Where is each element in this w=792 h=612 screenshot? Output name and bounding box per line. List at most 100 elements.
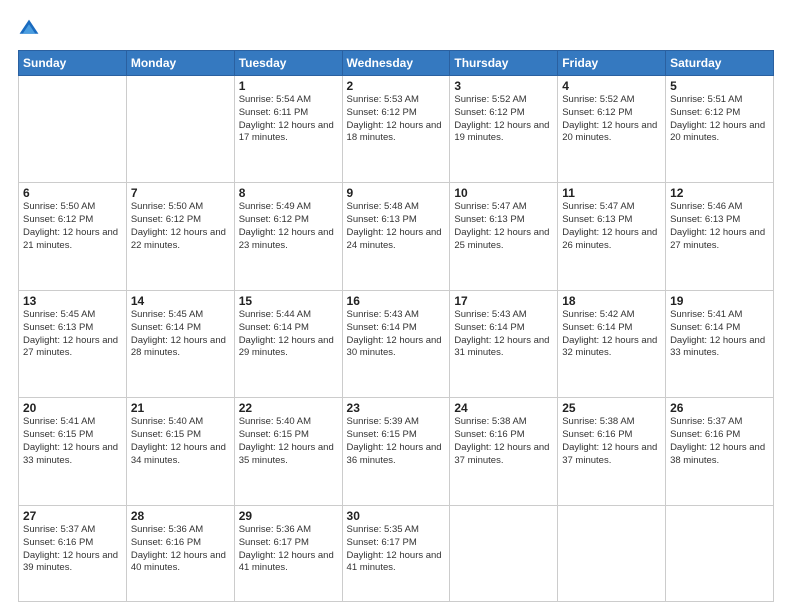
week-row-2: 6Sunrise: 5:50 AM Sunset: 6:12 PM Daylig… [19,183,774,290]
day-info: Sunrise: 5:42 AM Sunset: 6:14 PM Dayligh… [562,309,661,360]
calendar-cell: 15Sunrise: 5:44 AM Sunset: 6:14 PM Dayli… [234,290,342,397]
day-number: 27 [23,509,122,523]
day-info: Sunrise: 5:50 AM Sunset: 6:12 PM Dayligh… [23,201,122,252]
calendar-table: SundayMondayTuesdayWednesdayThursdayFrid… [18,50,774,602]
day-number: 18 [562,294,661,308]
day-header-wednesday: Wednesday [342,51,450,76]
day-info: Sunrise: 5:53 AM Sunset: 6:12 PM Dayligh… [347,94,446,145]
day-info: Sunrise: 5:38 AM Sunset: 6:16 PM Dayligh… [454,416,553,467]
week-row-4: 20Sunrise: 5:41 AM Sunset: 6:15 PM Dayli… [19,398,774,505]
day-info: Sunrise: 5:43 AM Sunset: 6:14 PM Dayligh… [454,309,553,360]
day-number: 6 [23,186,122,200]
day-info: Sunrise: 5:38 AM Sunset: 6:16 PM Dayligh… [562,416,661,467]
calendar-cell: 6Sunrise: 5:50 AM Sunset: 6:12 PM Daylig… [19,183,127,290]
calendar-cell: 12Sunrise: 5:46 AM Sunset: 6:13 PM Dayli… [666,183,774,290]
day-info: Sunrise: 5:46 AM Sunset: 6:13 PM Dayligh… [670,201,769,252]
calendar-cell: 10Sunrise: 5:47 AM Sunset: 6:13 PM Dayli… [450,183,558,290]
day-number: 3 [454,79,553,93]
calendar-cell [450,505,558,601]
day-number: 29 [239,509,338,523]
day-info: Sunrise: 5:47 AM Sunset: 6:13 PM Dayligh… [562,201,661,252]
day-info: Sunrise: 5:49 AM Sunset: 6:12 PM Dayligh… [239,201,338,252]
calendar-cell: 3Sunrise: 5:52 AM Sunset: 6:12 PM Daylig… [450,76,558,183]
day-number: 4 [562,79,661,93]
day-info: Sunrise: 5:48 AM Sunset: 6:13 PM Dayligh… [347,201,446,252]
day-info: Sunrise: 5:52 AM Sunset: 6:12 PM Dayligh… [562,94,661,145]
day-number: 28 [131,509,230,523]
calendar-cell: 2Sunrise: 5:53 AM Sunset: 6:12 PM Daylig… [342,76,450,183]
day-number: 15 [239,294,338,308]
day-number: 30 [347,509,446,523]
calendar-header-row: SundayMondayTuesdayWednesdayThursdayFrid… [19,51,774,76]
day-number: 2 [347,79,446,93]
day-number: 22 [239,401,338,415]
day-info: Sunrise: 5:37 AM Sunset: 6:16 PM Dayligh… [23,524,122,575]
calendar-cell: 13Sunrise: 5:45 AM Sunset: 6:13 PM Dayli… [19,290,127,397]
day-info: Sunrise: 5:40 AM Sunset: 6:15 PM Dayligh… [239,416,338,467]
day-number: 24 [454,401,553,415]
day-header-saturday: Saturday [666,51,774,76]
day-number: 26 [670,401,769,415]
day-info: Sunrise: 5:54 AM Sunset: 6:11 PM Dayligh… [239,94,338,145]
day-number: 7 [131,186,230,200]
day-header-monday: Monday [126,51,234,76]
week-row-5: 27Sunrise: 5:37 AM Sunset: 6:16 PM Dayli… [19,505,774,601]
day-number: 25 [562,401,661,415]
calendar-cell: 23Sunrise: 5:39 AM Sunset: 6:15 PM Dayli… [342,398,450,505]
day-number: 10 [454,186,553,200]
day-number: 21 [131,401,230,415]
day-number: 1 [239,79,338,93]
calendar-cell: 30Sunrise: 5:35 AM Sunset: 6:17 PM Dayli… [342,505,450,601]
calendar-cell: 25Sunrise: 5:38 AM Sunset: 6:16 PM Dayli… [558,398,666,505]
day-number: 16 [347,294,446,308]
calendar-cell [126,76,234,183]
logo-icon [18,18,40,40]
day-info: Sunrise: 5:37 AM Sunset: 6:16 PM Dayligh… [670,416,769,467]
header [18,18,774,40]
calendar-cell: 16Sunrise: 5:43 AM Sunset: 6:14 PM Dayli… [342,290,450,397]
calendar-cell: 22Sunrise: 5:40 AM Sunset: 6:15 PM Dayli… [234,398,342,505]
day-info: Sunrise: 5:40 AM Sunset: 6:15 PM Dayligh… [131,416,230,467]
day-info: Sunrise: 5:44 AM Sunset: 6:14 PM Dayligh… [239,309,338,360]
calendar-cell: 8Sunrise: 5:49 AM Sunset: 6:12 PM Daylig… [234,183,342,290]
calendar-cell [19,76,127,183]
calendar-cell: 1Sunrise: 5:54 AM Sunset: 6:11 PM Daylig… [234,76,342,183]
day-info: Sunrise: 5:36 AM Sunset: 6:17 PM Dayligh… [239,524,338,575]
day-info: Sunrise: 5:47 AM Sunset: 6:13 PM Dayligh… [454,201,553,252]
calendar-cell [558,505,666,601]
day-number: 9 [347,186,446,200]
day-number: 19 [670,294,769,308]
day-info: Sunrise: 5:52 AM Sunset: 6:12 PM Dayligh… [454,94,553,145]
day-number: 12 [670,186,769,200]
day-info: Sunrise: 5:41 AM Sunset: 6:15 PM Dayligh… [23,416,122,467]
calendar-cell: 17Sunrise: 5:43 AM Sunset: 6:14 PM Dayli… [450,290,558,397]
day-header-tuesday: Tuesday [234,51,342,76]
day-info: Sunrise: 5:35 AM Sunset: 6:17 PM Dayligh… [347,524,446,575]
day-number: 20 [23,401,122,415]
day-number: 5 [670,79,769,93]
calendar-cell: 14Sunrise: 5:45 AM Sunset: 6:14 PM Dayli… [126,290,234,397]
calendar-cell: 28Sunrise: 5:36 AM Sunset: 6:16 PM Dayli… [126,505,234,601]
logo [18,18,44,40]
day-info: Sunrise: 5:51 AM Sunset: 6:12 PM Dayligh… [670,94,769,145]
calendar-cell: 11Sunrise: 5:47 AM Sunset: 6:13 PM Dayli… [558,183,666,290]
calendar-cell [666,505,774,601]
day-header-thursday: Thursday [450,51,558,76]
page: SundayMondayTuesdayWednesdayThursdayFrid… [0,0,792,612]
calendar-cell: 29Sunrise: 5:36 AM Sunset: 6:17 PM Dayli… [234,505,342,601]
calendar-cell: 20Sunrise: 5:41 AM Sunset: 6:15 PM Dayli… [19,398,127,505]
day-info: Sunrise: 5:45 AM Sunset: 6:13 PM Dayligh… [23,309,122,360]
calendar-cell: 27Sunrise: 5:37 AM Sunset: 6:16 PM Dayli… [19,505,127,601]
day-info: Sunrise: 5:50 AM Sunset: 6:12 PM Dayligh… [131,201,230,252]
day-info: Sunrise: 5:39 AM Sunset: 6:15 PM Dayligh… [347,416,446,467]
calendar-cell: 19Sunrise: 5:41 AM Sunset: 6:14 PM Dayli… [666,290,774,397]
calendar-cell: 24Sunrise: 5:38 AM Sunset: 6:16 PM Dayli… [450,398,558,505]
day-info: Sunrise: 5:36 AM Sunset: 6:16 PM Dayligh… [131,524,230,575]
calendar-cell: 7Sunrise: 5:50 AM Sunset: 6:12 PM Daylig… [126,183,234,290]
week-row-3: 13Sunrise: 5:45 AM Sunset: 6:13 PM Dayli… [19,290,774,397]
calendar-cell: 4Sunrise: 5:52 AM Sunset: 6:12 PM Daylig… [558,76,666,183]
calendar-cell: 9Sunrise: 5:48 AM Sunset: 6:13 PM Daylig… [342,183,450,290]
calendar-cell: 5Sunrise: 5:51 AM Sunset: 6:12 PM Daylig… [666,76,774,183]
day-number: 23 [347,401,446,415]
day-number: 14 [131,294,230,308]
